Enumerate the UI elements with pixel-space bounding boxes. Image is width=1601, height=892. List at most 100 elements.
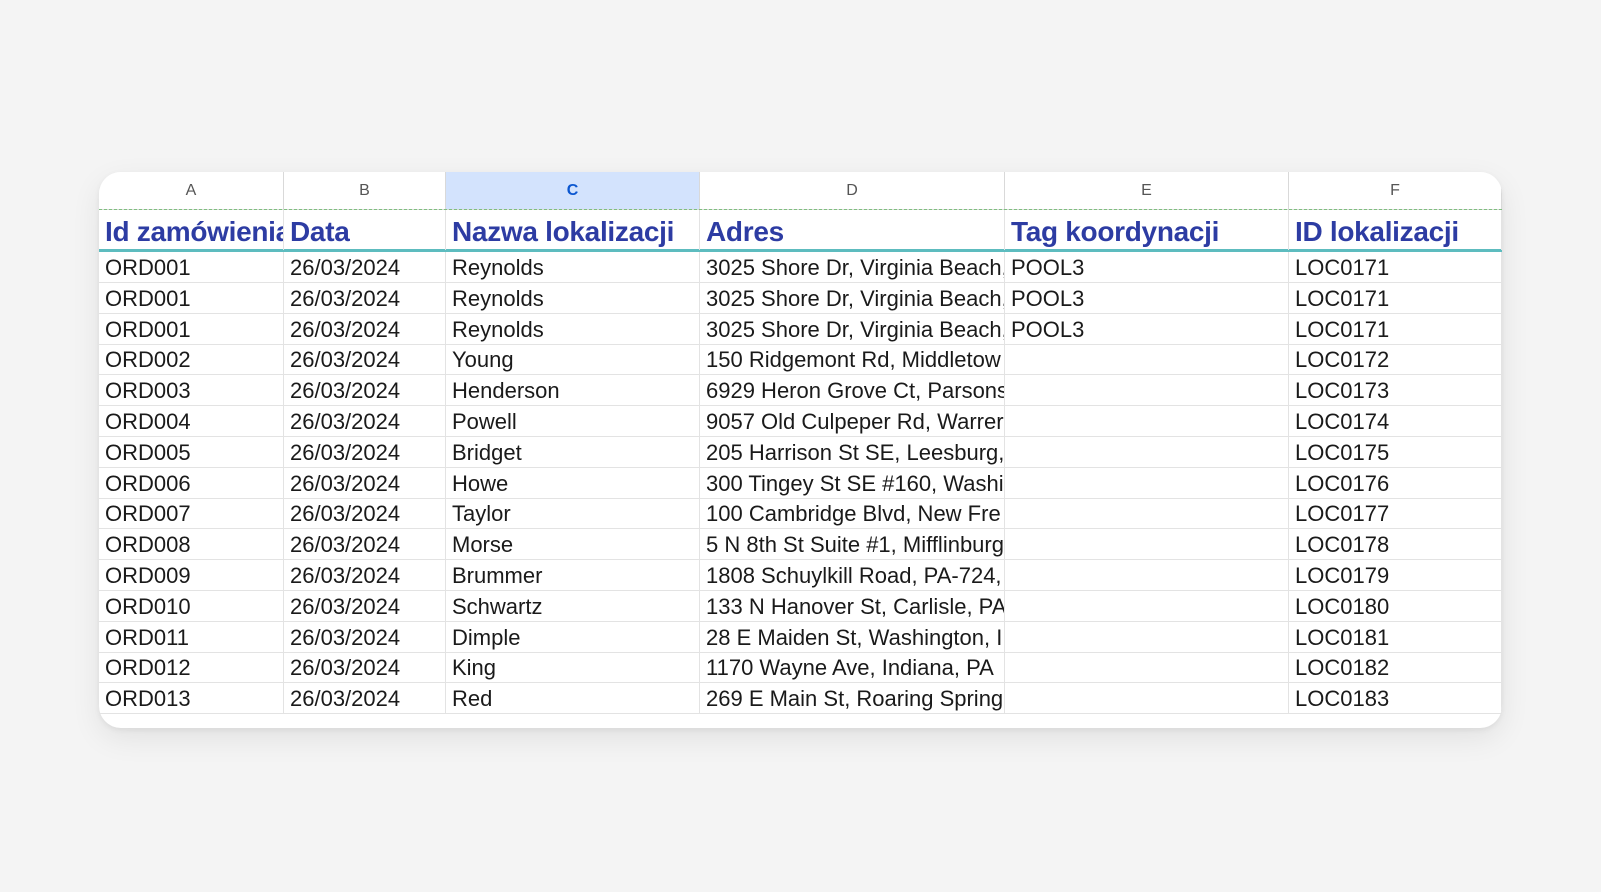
table-cell[interactable]: ORD004 <box>99 406 284 436</box>
table-cell[interactable]: 269 E Main St, Roaring Spring <box>700 683 1005 714</box>
table-cell[interactable]: LOC0171 <box>1289 282 1502 313</box>
table-cell[interactable]: 26/03/2024 <box>284 498 446 529</box>
table-cell[interactable]: LOC0176 <box>1289 467 1502 498</box>
table-cell[interactable]: Henderson <box>446 375 700 406</box>
table-cell[interactable]: 205 Harrison St SE, Leesburg, <box>700 436 1005 467</box>
table-cell[interactable] <box>1005 344 1289 375</box>
column-letter-e[interactable]: E <box>1005 172 1289 209</box>
header-cell[interactable]: Tag koordynacji <box>1005 210 1289 250</box>
table-cell[interactable]: ORD003 <box>99 375 284 406</box>
table-cell[interactable]: ORD009 <box>99 560 284 590</box>
table-cell[interactable]: Taylor <box>446 498 700 529</box>
table-cell[interactable]: Bridget <box>446 436 700 467</box>
table-cell[interactable]: 26/03/2024 <box>284 375 446 406</box>
table-cell[interactable]: Morse <box>446 529 700 560</box>
table-cell[interactable]: 26/03/2024 <box>284 313 446 344</box>
table-cell[interactable]: 5 N 8th St Suite #1, Mifflinburg <box>700 529 1005 560</box>
table-cell[interactable]: LOC0174 <box>1289 406 1502 436</box>
table-cell[interactable]: POOL3 <box>1005 313 1289 344</box>
table-cell[interactable]: 3025 Shore Dr, Virginia Beach, <box>700 282 1005 313</box>
table-cell[interactable]: Schwartz <box>446 590 700 621</box>
table-cell[interactable] <box>1005 652 1289 683</box>
table-cell[interactable]: LOC0173 <box>1289 375 1502 406</box>
table-cell[interactable]: Young <box>446 344 700 375</box>
table-cell[interactable]: 1170 Wayne Ave, Indiana, PA <box>700 652 1005 683</box>
table-cell[interactable]: ORD001 <box>99 313 284 344</box>
header-cell[interactable]: Nazwa lokalizacji <box>446 210 700 250</box>
table-cell[interactable]: Reynolds <box>446 313 700 344</box>
table-cell[interactable]: 133 N Hanover St, Carlisle, PA <box>700 590 1005 621</box>
table-cell[interactable]: LOC0180 <box>1289 590 1502 621</box>
table-cell[interactable] <box>1005 560 1289 590</box>
table-cell[interactable]: LOC0175 <box>1289 436 1502 467</box>
header-cell[interactable]: Data <box>284 210 446 250</box>
table-cell[interactable]: LOC0172 <box>1289 344 1502 375</box>
table-cell[interactable]: LOC0182 <box>1289 652 1502 683</box>
table-cell[interactable]: LOC0179 <box>1289 560 1502 590</box>
table-cell[interactable]: Reynolds <box>446 282 700 313</box>
table-cell[interactable]: ORD001 <box>99 282 284 313</box>
table-cell[interactable]: ORD002 <box>99 344 284 375</box>
header-cell[interactable]: Id zamówienia <box>99 210 284 250</box>
table-cell[interactable]: ORD007 <box>99 498 284 529</box>
table-cell[interactable]: ORD008 <box>99 529 284 560</box>
table-cell[interactable]: ORD006 <box>99 467 284 498</box>
table-cell[interactable]: ORD001 <box>99 252 284 282</box>
table-cell[interactable] <box>1005 406 1289 436</box>
column-letter-f[interactable]: F <box>1289 172 1502 209</box>
column-letter-b[interactable]: B <box>284 172 446 209</box>
column-letter-d[interactable]: D <box>700 172 1005 209</box>
table-cell[interactable]: 26/03/2024 <box>284 560 446 590</box>
table-cell[interactable]: ORD012 <box>99 652 284 683</box>
table-cell[interactable] <box>1005 375 1289 406</box>
table-cell[interactable]: 26/03/2024 <box>284 652 446 683</box>
table-cell[interactable]: ORD010 <box>99 590 284 621</box>
header-cell[interactable]: ID lokalizacji <box>1289 210 1502 250</box>
table-cell[interactable]: Brummer <box>446 560 700 590</box>
table-cell[interactable]: Powell <box>446 406 700 436</box>
table-cell[interactable]: LOC0178 <box>1289 529 1502 560</box>
table-cell[interactable]: ORD013 <box>99 683 284 714</box>
table-cell[interactable]: 150 Ridgemont Rd, Middletow <box>700 344 1005 375</box>
table-cell[interactable] <box>1005 621 1289 652</box>
table-cell[interactable]: 26/03/2024 <box>284 436 446 467</box>
table-cell[interactable]: 26/03/2024 <box>284 344 446 375</box>
table-cell[interactable]: 28 E Maiden St, Washington, I <box>700 621 1005 652</box>
table-cell[interactable]: 1808 Schuylkill Road, PA-724, <box>700 560 1005 590</box>
table-cell[interactable]: ORD005 <box>99 436 284 467</box>
table-cell[interactable]: POOL3 <box>1005 252 1289 282</box>
table-cell[interactable]: 26/03/2024 <box>284 683 446 714</box>
table-cell[interactable]: LOC0177 <box>1289 498 1502 529</box>
table-cell[interactable]: 300 Tingey St SE #160, Washi <box>700 467 1005 498</box>
table-cell[interactable] <box>1005 467 1289 498</box>
table-cell[interactable]: 3025 Shore Dr, Virginia Beach, <box>700 313 1005 344</box>
table-cell[interactable]: 26/03/2024 <box>284 282 446 313</box>
table-cell[interactable]: ORD011 <box>99 621 284 652</box>
header-cell[interactable]: Adres <box>700 210 1005 250</box>
table-cell[interactable]: Howe <box>446 467 700 498</box>
column-letter-a[interactable]: A <box>99 172 284 209</box>
table-cell[interactable]: LOC0181 <box>1289 621 1502 652</box>
table-cell[interactable]: 26/03/2024 <box>284 590 446 621</box>
table-cell[interactable]: 100 Cambridge Blvd, New Fre <box>700 498 1005 529</box>
table-cell[interactable]: LOC0171 <box>1289 252 1502 282</box>
table-cell[interactable]: King <box>446 652 700 683</box>
table-cell[interactable]: 6929 Heron Grove Ct, Parsons <box>700 375 1005 406</box>
table-cell[interactable]: LOC0171 <box>1289 313 1502 344</box>
table-cell[interactable]: 26/03/2024 <box>284 621 446 652</box>
table-cell[interactable]: 26/03/2024 <box>284 406 446 436</box>
table-cell[interactable]: Dimple <box>446 621 700 652</box>
table-cell[interactable]: 26/03/2024 <box>284 529 446 560</box>
column-letter-c[interactable]: C <box>446 172 700 209</box>
table-cell[interactable]: 26/03/2024 <box>284 252 446 282</box>
table-cell[interactable] <box>1005 590 1289 621</box>
table-cell[interactable] <box>1005 436 1289 467</box>
table-cell[interactable]: Red <box>446 683 700 714</box>
table-cell[interactable]: 3025 Shore Dr, Virginia Beach, <box>700 252 1005 282</box>
table-cell[interactable]: 26/03/2024 <box>284 467 446 498</box>
table-cell[interactable]: POOL3 <box>1005 282 1289 313</box>
table-cell[interactable]: 9057 Old Culpeper Rd, Warrer <box>700 406 1005 436</box>
table-cell[interactable] <box>1005 683 1289 714</box>
table-cell[interactable] <box>1005 529 1289 560</box>
table-cell[interactable]: Reynolds <box>446 252 700 282</box>
